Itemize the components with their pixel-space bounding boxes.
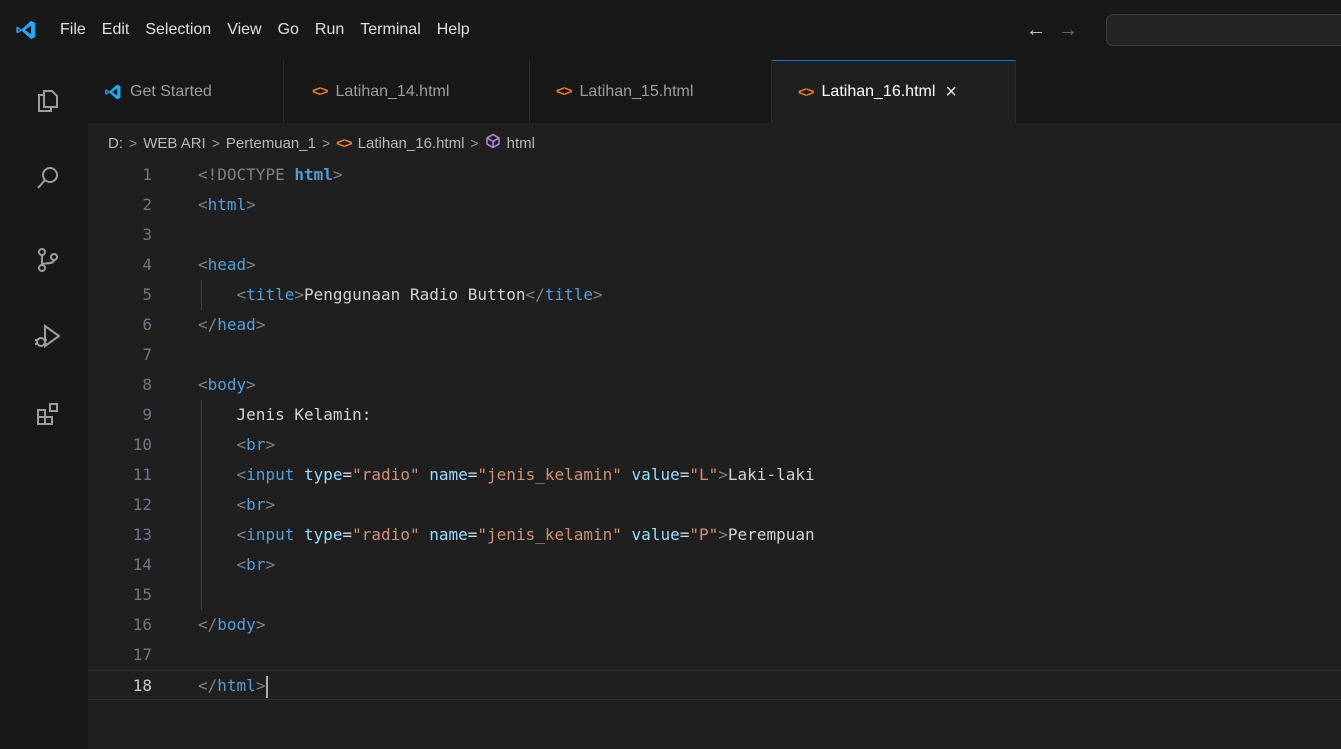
- code-line[interactable]: 9 Jenis Kelamin:: [88, 400, 1341, 430]
- explorer-icon[interactable]: [28, 80, 68, 120]
- menu-terminal[interactable]: Terminal: [352, 16, 428, 44]
- code-line[interactable]: 12 <br>: [88, 490, 1341, 520]
- html-file-icon: <>: [798, 83, 815, 101]
- code-line[interactable]: 6 </head>: [88, 310, 1341, 340]
- code-text: <!DOCTYPE html>: [198, 165, 343, 184]
- line-number: 18: [132, 676, 152, 695]
- code-text: <body>: [198, 375, 256, 394]
- menu-file[interactable]: File: [52, 16, 94, 44]
- html-file-icon: <>: [336, 134, 353, 152]
- code-line[interactable]: 10 <br>: [88, 430, 1341, 460]
- code-line[interactable]: 4 <head>: [88, 250, 1341, 280]
- line-number: 10: [132, 435, 152, 454]
- line-number: 12: [132, 495, 152, 514]
- line-number: 2: [142, 195, 152, 214]
- tab-label: Get Started: [130, 82, 212, 100]
- menu-run[interactable]: Run: [307, 16, 352, 44]
- code-text: <head>: [198, 255, 256, 274]
- text-cursor: [266, 675, 269, 698]
- close-icon[interactable]: ×: [945, 82, 957, 102]
- code-text: <input type="radio" name="jenis_kelamin"…: [236, 465, 815, 484]
- code-line[interactable]: 11 <input type="radio" name="jenis_kelam…: [88, 460, 1341, 490]
- code-text: Jenis Kelamin:: [198, 405, 372, 424]
- source-control-icon[interactable]: [28, 240, 68, 280]
- chevron-right-icon: >: [211, 135, 220, 151]
- line-number: 6: [142, 315, 152, 334]
- line-number: 11: [132, 465, 152, 484]
- code-text: </head>: [198, 315, 266, 334]
- breadcrumb-symbol[interactable]: html: [507, 135, 535, 152]
- code-line[interactable]: 5 <title>Penggunaan Radio Button</title>: [88, 280, 1341, 310]
- code-text: <html>: [198, 195, 256, 214]
- line-number: 8: [142, 375, 152, 394]
- breadcrumb-drive[interactable]: D:: [108, 135, 123, 152]
- code-text: <br>: [236, 435, 276, 454]
- html-file-icon: <>: [556, 83, 573, 100]
- title-bar: File Edit Selection View Go Run Terminal…: [0, 0, 1341, 60]
- code-line[interactable]: 8 <body>: [88, 370, 1341, 400]
- code-line[interactable]: 18 </html>: [88, 670, 1341, 700]
- breadcrumb-folder[interactable]: Pertemuan_1: [226, 135, 316, 152]
- menu-go[interactable]: Go: [270, 16, 307, 44]
- run-debug-icon[interactable]: [28, 316, 68, 356]
- activity-bar: [0, 60, 88, 749]
- back-arrow-icon[interactable]: ←: [1026, 19, 1046, 42]
- code-line[interactable]: 7: [88, 340, 1341, 370]
- menu-view[interactable]: View: [219, 16, 269, 44]
- vscode-logo-icon: [104, 83, 122, 101]
- code-line[interactable]: 1 <!DOCTYPE html>: [88, 160, 1341, 190]
- code-text: <title>Penggunaan Radio Button</title>: [236, 285, 603, 304]
- line-number: 7: [142, 345, 152, 364]
- line-number: 9: [142, 405, 152, 424]
- tab-get-started[interactable]: Get Started: [88, 60, 284, 123]
- extensions-icon[interactable]: [28, 394, 68, 434]
- line-number: 15: [132, 585, 152, 604]
- code-line[interactable]: 15: [88, 580, 1341, 610]
- menu-bar: File Edit Selection View Go Run Terminal…: [52, 0, 478, 60]
- menu-edit[interactable]: Edit: [94, 16, 138, 44]
- tab-label: Latihan_16.html: [821, 83, 936, 100]
- line-number: 3: [142, 225, 152, 244]
- forward-arrow-icon[interactable]: →: [1058, 19, 1078, 42]
- line-number: 1: [142, 165, 152, 184]
- code-text: <br>: [236, 555, 276, 574]
- code-line[interactable]: 3: [88, 220, 1341, 250]
- tab-latihan-14[interactable]: <> Latihan_14.html: [284, 60, 530, 123]
- code-line[interactable]: 14 <br>: [88, 550, 1341, 580]
- tab-latihan-16[interactable]: <> Latihan_16.html ×: [772, 60, 1016, 123]
- code-editor[interactable]: 1 <!DOCTYPE html> 2 <html> 3 4 <head> 5 <title>…: [88, 160, 1341, 749]
- line-number: 16: [132, 615, 152, 634]
- editor-tab-bar: Get Started <> Latihan_14.html <> Latiha…: [88, 60, 1341, 123]
- html-file-icon: <>: [312, 83, 329, 100]
- line-number: 4: [142, 255, 152, 274]
- line-number: 17: [132, 645, 152, 664]
- code-text: </html>: [198, 671, 269, 701]
- search-icon[interactable]: [28, 158, 68, 198]
- code-text: <br>: [236, 495, 276, 514]
- code-line[interactable]: 2 <html>: [88, 190, 1341, 220]
- menu-help[interactable]: Help: [429, 16, 478, 44]
- line-number: 14: [132, 555, 152, 574]
- line-number: 13: [132, 525, 152, 544]
- breadcrumb: D: > WEB ARI > Pertemuan_1 > <> Latihan_…: [108, 126, 535, 160]
- chevron-right-icon: >: [470, 135, 479, 151]
- command-center-search[interactable]: [1106, 14, 1341, 46]
- tab-latihan-15[interactable]: <> Latihan_15.html: [530, 60, 772, 123]
- tab-label: Latihan_14.html: [335, 82, 450, 100]
- menu-selection[interactable]: Selection: [137, 16, 219, 44]
- code-line[interactable]: 13 <input type="radio" name="jenis_kelam…: [88, 520, 1341, 550]
- breadcrumb-folder[interactable]: WEB ARI: [143, 135, 206, 152]
- code-line[interactable]: 17: [88, 640, 1341, 670]
- line-number: 5: [142, 285, 152, 304]
- vscode-logo-icon: [0, 0, 52, 60]
- code-line[interactable]: 16 </body>: [88, 610, 1341, 640]
- tab-label: Latihan_15.html: [579, 82, 694, 100]
- navigation-arrows: ← →: [1026, 0, 1078, 60]
- chevron-right-icon: >: [321, 135, 331, 151]
- breadcrumb-file[interactable]: Latihan_16.html: [358, 135, 465, 152]
- symbol-icon: [485, 133, 501, 153]
- code-text: <input type="radio" name="jenis_kelamin"…: [236, 525, 815, 544]
- code-text: </body>: [198, 615, 266, 634]
- chevron-right-icon: >: [129, 135, 138, 151]
